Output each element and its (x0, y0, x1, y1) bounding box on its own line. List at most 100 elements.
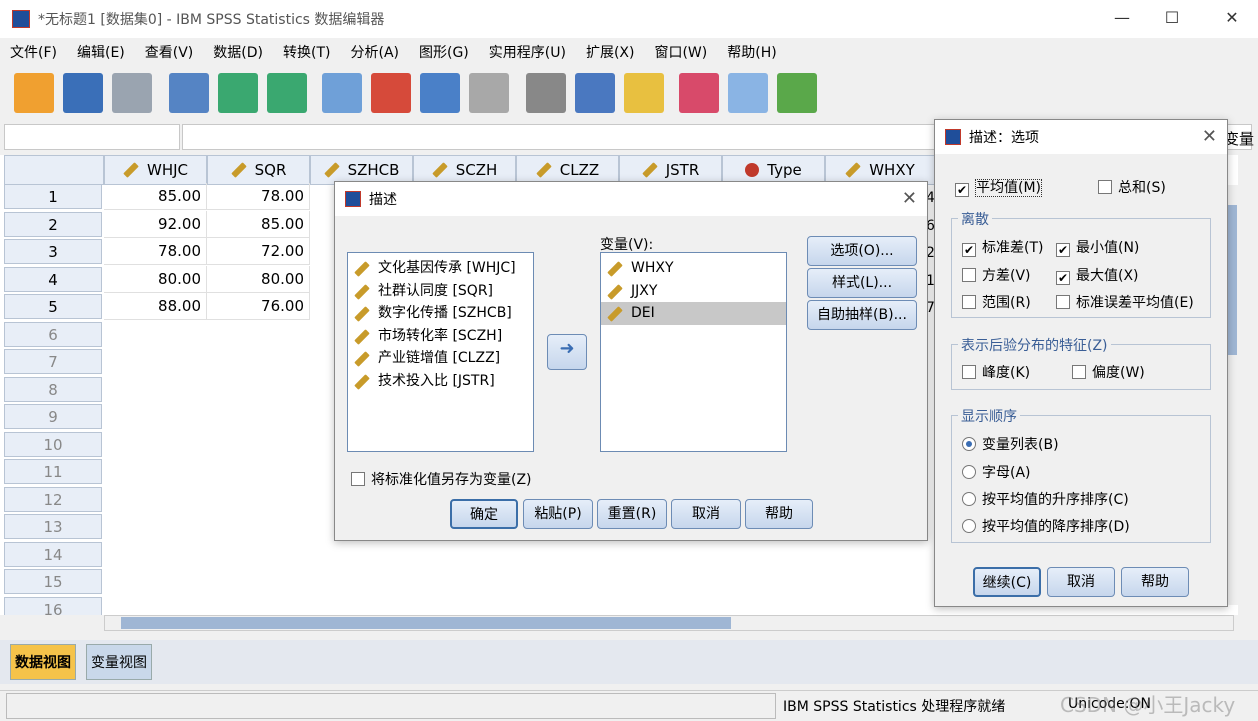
tab-data-view[interactable]: 数据视图 (10, 644, 76, 680)
list-item[interactable]: 文化基因传承 [WHJC] (348, 257, 533, 280)
row-number[interactable]: 15 (4, 569, 102, 594)
data-cell[interactable]: 78.00 (104, 238, 207, 265)
data-cell[interactable]: 76.00 (207, 293, 310, 320)
data-cell[interactable]: 85.00 (207, 210, 310, 238)
menu-utilities[interactable]: 实用程序(U) (481, 42, 574, 62)
select-cases-icon[interactable] (728, 73, 768, 113)
close-icon[interactable]: ✕ (1202, 126, 1217, 147)
value-labels-icon[interactable] (777, 73, 817, 113)
column-header[interactable]: SQR (207, 155, 310, 185)
kurtosis-checkbox[interactable] (962, 365, 976, 379)
minimum-option[interactable]: ✔ 最小值(N) (1056, 237, 1139, 257)
find-icon[interactable] (469, 73, 509, 113)
move-variable-arrow-icon[interactable]: ➜ (547, 334, 587, 370)
menu-window[interactable]: 窗口(W) (646, 42, 715, 62)
save-icon[interactable] (63, 73, 103, 113)
menu-extensions[interactable]: 扩展(X) (578, 42, 643, 62)
reset-button[interactable]: 重置(R) (597, 499, 667, 529)
row-number[interactable]: 4 (4, 266, 102, 292)
menu-edit[interactable]: 编辑(E) (69, 42, 133, 62)
print-icon[interactable] (112, 73, 152, 113)
undo-icon[interactable] (218, 73, 258, 113)
insert-variable-icon[interactable] (575, 73, 615, 113)
sum-option[interactable]: 总和(S) (1098, 177, 1166, 197)
target-variable-list[interactable]: WHXY JJXY DEI (600, 252, 787, 452)
row-number[interactable]: 14 (4, 541, 102, 567)
data-cell[interactable]: 72.00 (207, 238, 310, 265)
source-variable-list[interactable]: 文化基因传承 [WHJC] 社群认同度 [SQR] 数字化传播 [SZHCB] … (347, 252, 534, 452)
list-item[interactable]: 市场转化率 [SCZH] (348, 325, 533, 348)
row-number[interactable]: 13 (4, 514, 102, 539)
variance-checkbox[interactable] (962, 268, 976, 282)
split-file-icon[interactable] (624, 73, 664, 113)
row-number[interactable]: 9 (4, 404, 102, 429)
std-dev-checkbox[interactable]: ✔ (962, 243, 976, 257)
data-cell[interactable]: 85.00 (104, 183, 207, 210)
minimum-checkbox[interactable]: ✔ (1056, 243, 1070, 257)
weight-cases-icon[interactable] (679, 73, 719, 113)
se-mean-checkbox[interactable] (1056, 295, 1070, 309)
kurtosis-option[interactable]: 峰度(K) (962, 362, 1030, 382)
menu-analyze[interactable]: 分析(A) (342, 42, 407, 62)
row-number[interactable]: 5 (4, 294, 102, 319)
column-header[interactable]: WHJC (104, 155, 207, 185)
menu-file[interactable]: 文件(F) (2, 42, 65, 62)
menu-data[interactable]: 数据(D) (205, 42, 271, 62)
row-number[interactable]: 6 (4, 321, 102, 347)
std-dev-option[interactable]: ✔ 标准差(T) (962, 237, 1043, 257)
variance-option[interactable]: 方差(V) (962, 265, 1031, 285)
horizontal-scrollbar[interactable] (104, 615, 1234, 631)
mean-checkbox[interactable]: ✔ (955, 183, 969, 197)
data-cell[interactable]: 80.00 (207, 265, 310, 293)
range-option[interactable]: 范围(R) (962, 292, 1031, 312)
order-descending-option[interactable]: 按平均值的降序排序(D) (962, 516, 1130, 536)
list-item[interactable]: 社群认同度 [SQR] (348, 280, 533, 303)
cell-name-field[interactable] (4, 124, 180, 150)
skewness-checkbox[interactable] (1072, 365, 1086, 379)
maximize-icon[interactable]: ☐ (1162, 8, 1182, 27)
row-number[interactable]: 8 (4, 376, 102, 402)
list-item[interactable]: WHXY (601, 257, 786, 280)
data-cell[interactable]: 88.00 (104, 293, 207, 320)
order-alphabetic-option[interactable]: 字母(A) (962, 462, 1031, 482)
row-number[interactable]: 1 (4, 184, 102, 209)
radio-button[interactable] (962, 465, 976, 479)
save-standardized-option[interactable]: 将标准化值另存为变量(Z) (351, 469, 532, 489)
menu-help[interactable]: 帮助(H) (719, 42, 784, 62)
cancel-button[interactable]: 取消 (671, 499, 741, 529)
row-number[interactable]: 12 (4, 486, 102, 512)
paste-button[interactable]: 粘贴(P) (523, 499, 593, 529)
help-button[interactable]: 帮助 (1121, 567, 1189, 597)
cancel-button[interactable]: 取消 (1047, 567, 1115, 597)
row-number[interactable]: 7 (4, 349, 102, 374)
row-number[interactable]: 11 (4, 459, 102, 484)
variables-icon[interactable] (420, 73, 460, 113)
list-item[interactable]: 数字化传播 [SZHCB] (348, 302, 533, 325)
menu-view[interactable]: 查看(V) (137, 42, 202, 62)
data-cell[interactable]: 80.00 (104, 265, 207, 293)
ok-button[interactable]: 确定 (450, 499, 518, 529)
redo-icon[interactable] (267, 73, 307, 113)
skewness-option[interactable]: 偏度(W) (1072, 362, 1145, 382)
se-mean-option[interactable]: 标准误差平均值(E) (1056, 292, 1194, 312)
data-cell[interactable]: 78.00 (207, 183, 310, 210)
recall-dialog-icon[interactable] (169, 73, 209, 113)
insert-cases-icon[interactable] (526, 73, 566, 113)
list-item-selected[interactable]: DEI (601, 302, 786, 325)
order-ascending-option[interactable]: 按平均值的升序排序(C) (962, 489, 1129, 509)
menu-graphs[interactable]: 图形(G) (411, 42, 477, 62)
maximum-checkbox[interactable]: ✔ (1056, 271, 1070, 285)
order-variable-list-option[interactable]: 变量列表(B) (962, 434, 1059, 454)
sum-checkbox[interactable] (1098, 180, 1112, 194)
tab-variable-view[interactable]: 变量视图 (86, 644, 152, 680)
list-item[interactable]: 产业链增值 [CLZZ] (348, 347, 533, 370)
bootstrap-button[interactable]: 自助抽样(B)... (807, 300, 917, 330)
menu-transform[interactable]: 转换(T) (275, 42, 338, 62)
maximum-option[interactable]: ✔ 最大值(X) (1056, 265, 1139, 285)
row-number[interactable]: 16 (4, 596, 102, 615)
row-number[interactable]: 3 (4, 239, 102, 264)
continue-button[interactable]: 继续(C) (973, 567, 1041, 597)
mean-option[interactable]: ✔ 平均值(M) (955, 177, 1043, 197)
goto-case-icon[interactable] (322, 73, 362, 113)
list-item[interactable]: JJXY (601, 280, 786, 303)
